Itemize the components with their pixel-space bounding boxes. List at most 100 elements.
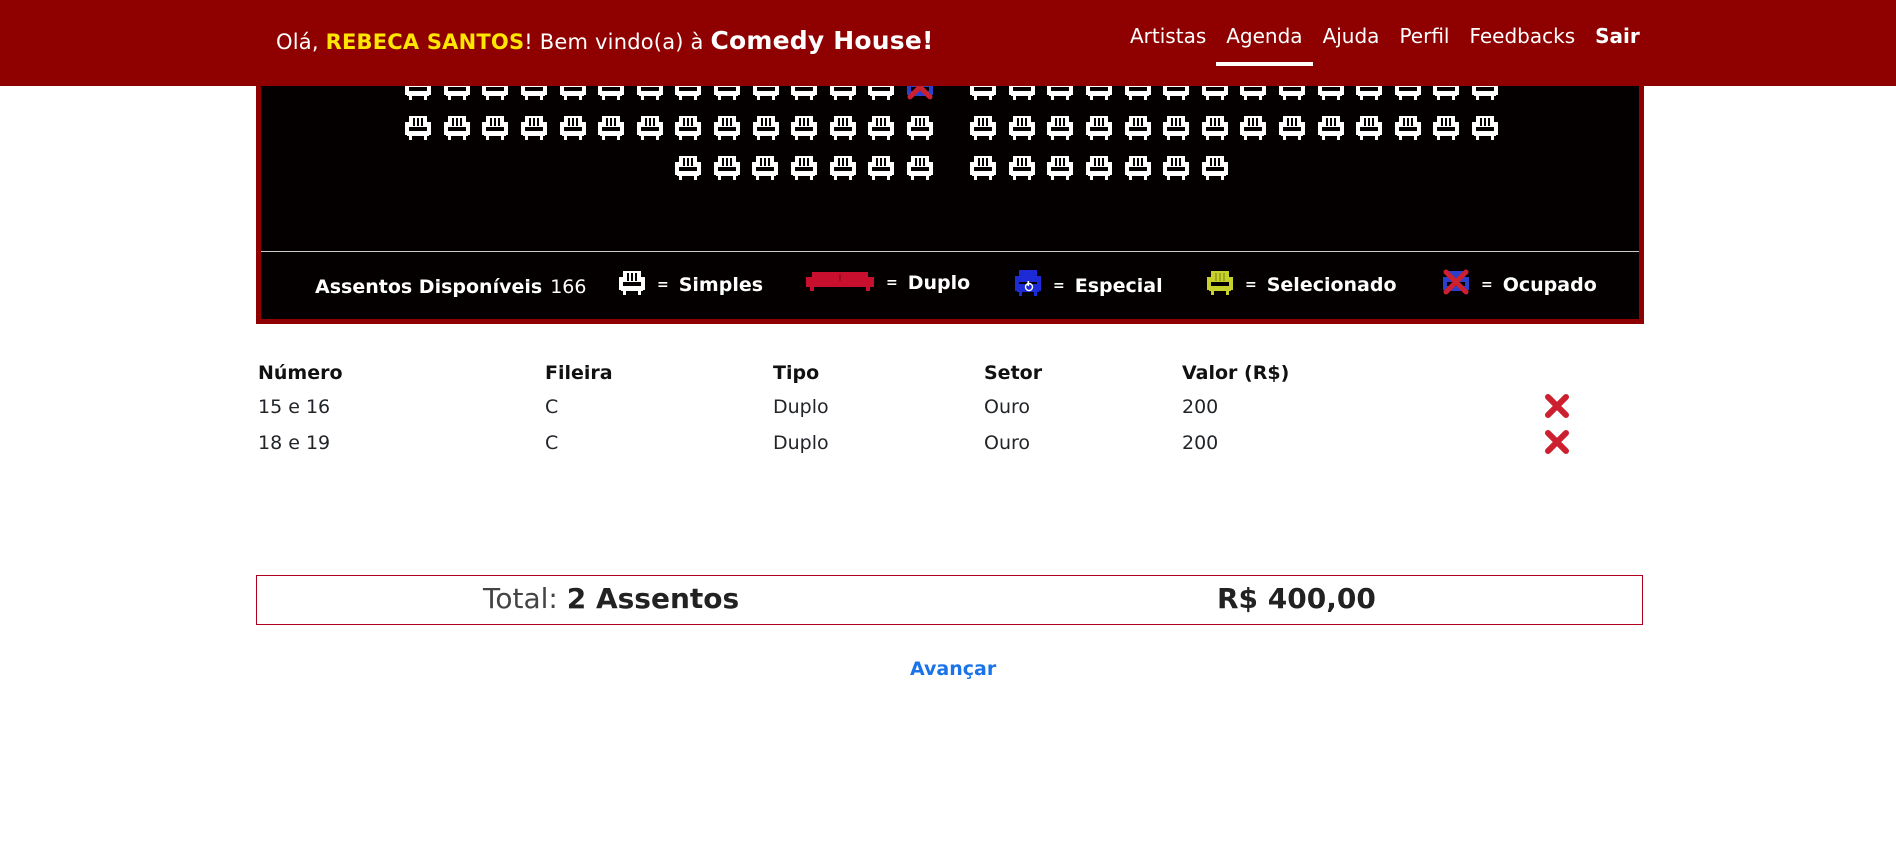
legend-eq: = [657,276,669,293]
seat-icon[interactable] [1273,112,1312,142]
greeting-middle: ! Bem vindo(a) à [524,30,711,54]
cell-type: Duplo [773,432,829,454]
seat-icon[interactable] [1041,152,1080,182]
seat-icon[interactable] [1118,112,1157,142]
seat-map-panel: Assentos Disponíveis 166 = Simples = Dupl… [256,62,1644,324]
cell-sector: Ouro [984,432,1031,454]
cell-type: Duplo [773,396,829,418]
seat-icon[interactable] [1466,112,1505,142]
available-seats-label: Assentos Disponíveis [315,276,543,298]
col-row-header: Fileira [545,362,613,384]
legend-eq: = [1245,276,1257,293]
seat-icon[interactable] [1003,152,1042,182]
seat-icon[interactable] [901,112,940,142]
legend-simple-label: Simples [678,273,764,296]
legend-special-label: Especial [1074,274,1163,297]
cell-number: 18 e 19 [258,432,331,454]
col-sector-header: Setor [984,362,1043,384]
seat-icon[interactable] [1427,112,1466,142]
cell-row: C [545,432,559,454]
seat-icon[interactable] [1041,112,1080,142]
seat-double-icon [804,268,876,297]
seat-icon[interactable] [399,112,438,142]
seat-icon[interactable] [708,152,747,182]
seat-icon[interactable] [1080,152,1119,182]
seat-icon[interactable] [964,112,1003,142]
remove-seat-icon[interactable] [1543,392,1571,420]
nav-artistas[interactable]: Artistas [1130,24,1206,66]
seat-icon[interactable] [1118,152,1157,182]
col-type-header: Tipo [773,362,820,384]
remove-seat-icon[interactable] [1543,428,1571,456]
col-number-header: Número [258,362,343,384]
cell-number: 15 e 16 [258,396,331,418]
legend-eq: = [886,274,898,291]
main-nav: Artistas Agenda Ajuda Perfil Feedbacks S… [1130,24,1660,66]
nav-agenda[interactable]: Agenda [1216,24,1313,66]
legend-eq: = [1481,276,1493,293]
top-navbar: Olá, REBECA SANTOS! Bem vindo(a) à Comed… [0,0,1896,86]
seat-simple-icon [617,268,647,301]
seat-row [399,112,939,142]
seat-icon[interactable] [964,152,1003,182]
col-value-header: Valor (R$) [1182,362,1290,384]
seat-icon[interactable] [1311,112,1350,142]
seat-icon[interactable] [1350,112,1389,142]
seat-icon[interactable] [1157,152,1196,182]
seat-icon[interactable] [746,112,785,142]
total-label-group: Total: 2 Assentos [483,582,739,615]
legend-simple: = Simples [617,268,763,301]
wheelchair-seat-icon [1013,268,1043,303]
seat-icon[interactable] [553,112,592,142]
legend-occupied: = Ocupado [1441,268,1597,301]
advance-link[interactable]: Avançar [910,658,996,680]
seat-icon[interactable] [476,112,515,142]
legend-selected-label: Selecionado [1266,273,1397,296]
nav-perfil[interactable]: Perfil [1399,24,1449,66]
seat-icon[interactable] [669,112,708,142]
available-seats: Assentos Disponíveis 166 [315,276,586,298]
nav-sair[interactable]: Sair [1595,24,1640,66]
seat-icon[interactable] [1196,112,1235,142]
legend-occupied-label: Ocupado [1502,273,1597,296]
nav-ajuda[interactable]: Ajuda [1323,24,1380,66]
seat-icon[interactable] [1196,152,1235,182]
seat-icon[interactable] [785,112,824,142]
seat-icon[interactable] [592,112,631,142]
cell-row: C [545,396,559,418]
seat-row [669,152,939,182]
seat-icon[interactable] [1003,112,1042,142]
cell-value: 200 [1182,432,1219,454]
seat-icon[interactable] [1080,112,1119,142]
seat-icon[interactable] [785,152,824,182]
legend-double: = Duplo [804,268,970,297]
total-seat-count: 2 Assentos [566,582,740,615]
nav-feedbacks[interactable]: Feedbacks [1469,24,1575,66]
seat-icon[interactable] [824,112,863,142]
legend-eq: = [1053,277,1065,294]
seat-icon[interactable] [708,112,747,142]
cell-sector: Ouro [984,396,1031,418]
legend-selected: = Selecionado [1205,268,1397,301]
seat-icon[interactable] [862,112,901,142]
seat-icon[interactable] [823,152,862,182]
seat-icon[interactable] [669,152,708,182]
seat-legend: Assentos Disponíveis 166 = Simples = Dupl… [261,254,1639,318]
seat-icon[interactable] [515,112,554,142]
seat-icon[interactable] [862,152,901,182]
seat-map [261,62,1639,250]
user-name: REBECA SANTOS [325,30,525,54]
seat-icon[interactable] [438,112,477,142]
seat-icon[interactable] [901,152,940,182]
seat-icon[interactable] [1389,112,1428,142]
legend-divider [261,251,1639,252]
seat-selected-icon [1205,268,1235,301]
legend-special: = Especial [1013,268,1163,303]
total-price: R$ 400,00 [1217,582,1376,615]
greeting-prefix: Olá, [276,30,326,54]
seat-icon[interactable] [1234,112,1273,142]
seat-icon[interactable] [1157,112,1196,142]
seat-icon[interactable] [631,112,670,142]
seat-icon[interactable] [746,152,785,182]
available-seats-count: 166 [550,276,587,298]
